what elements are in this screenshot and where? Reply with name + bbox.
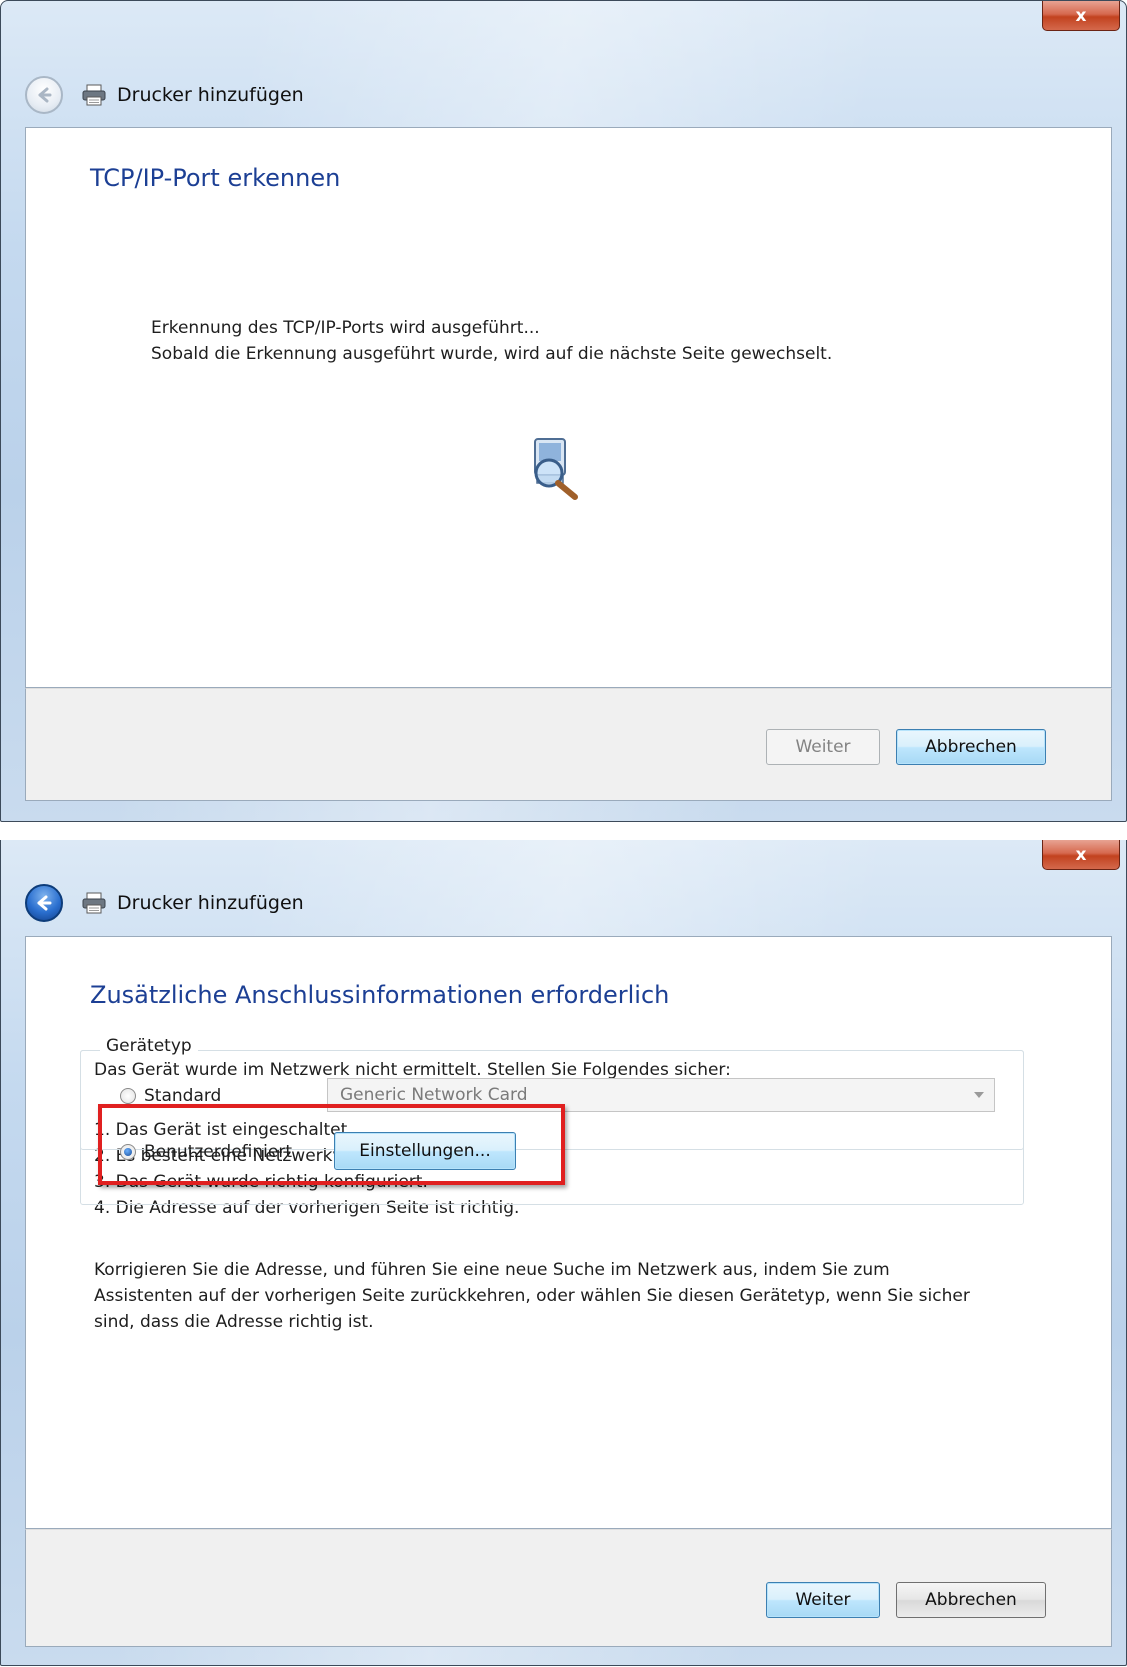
- highlight-annotation: [98, 1104, 565, 1185]
- back-arrow-icon: [37, 895, 52, 911]
- printer-icon: [82, 84, 106, 106]
- standard-device-select-value: Generic Network Card: [340, 1085, 528, 1105]
- additional-port-info-dialog: x Drucker hinzufügen Zusätzliche Anschlu…: [0, 840, 1127, 1666]
- content-panel: TCP/IP-Port erkennen Erkennung des TCP/I…: [25, 127, 1112, 688]
- status-line: Erkennung des TCP/IP-Ports wird ausgefüh…: [151, 318, 540, 338]
- back-arrow-icon: [38, 87, 52, 103]
- detect-port-dialog: x Drucker hinzufügen TCP/IP-Port erkenne…: [0, 0, 1127, 822]
- close-button[interactable]: x: [1042, 1, 1120, 31]
- advice-line: Assistenten auf der vorherigen Seite zur…: [94, 1286, 970, 1306]
- radio-standard-control[interactable]: [120, 1088, 136, 1104]
- window-title: Drucker hinzufügen: [117, 892, 304, 914]
- radio-standard-label: Standard: [144, 1086, 222, 1106]
- status-text: Erkennung des TCP/IP-Ports wird ausgefüh…: [151, 315, 832, 367]
- back-button: [25, 76, 63, 114]
- close-button[interactable]: x: [1042, 840, 1120, 870]
- window-title: Drucker hinzufügen: [117, 84, 304, 106]
- advice-text: Korrigieren Sie die Adresse, und führen …: [94, 1257, 970, 1335]
- chevron-down-icon: [974, 1092, 984, 1098]
- page-heading: TCP/IP-Port erkennen: [90, 164, 341, 192]
- next-button[interactable]: Weiter: [766, 1582, 880, 1618]
- button-bar: Weiter Abbrechen: [25, 688, 1112, 801]
- next-button[interactable]: Weiter: [766, 729, 880, 765]
- content-panel: Zusätzliche Anschlussinformationen erfor…: [25, 936, 1112, 1529]
- advice-line: sind, dass die Adresse richtig ist.: [94, 1312, 374, 1332]
- button-bar: Weiter Abbrechen: [25, 1529, 1112, 1647]
- status-line: Sobald die Erkennung ausgeführt wurde, w…: [151, 344, 833, 364]
- device-type-legend: Gerätetyp: [100, 1036, 198, 1056]
- page-heading: Zusätzliche Anschlussinformationen erfor…: [90, 981, 670, 1009]
- network-search-icon: [534, 438, 578, 500]
- advice-line: Korrigieren Sie die Adresse, und führen …: [94, 1260, 890, 1280]
- radio-standard[interactable]: Standard: [120, 1086, 221, 1106]
- cancel-button[interactable]: Abbrechen: [896, 1582, 1046, 1618]
- cancel-button[interactable]: Abbrechen: [896, 729, 1046, 765]
- title-bar: Drucker hinzufügen: [25, 883, 304, 923]
- title-bar: Drucker hinzufügen: [25, 75, 304, 115]
- printer-icon: [82, 892, 106, 914]
- back-button[interactable]: [25, 884, 63, 922]
